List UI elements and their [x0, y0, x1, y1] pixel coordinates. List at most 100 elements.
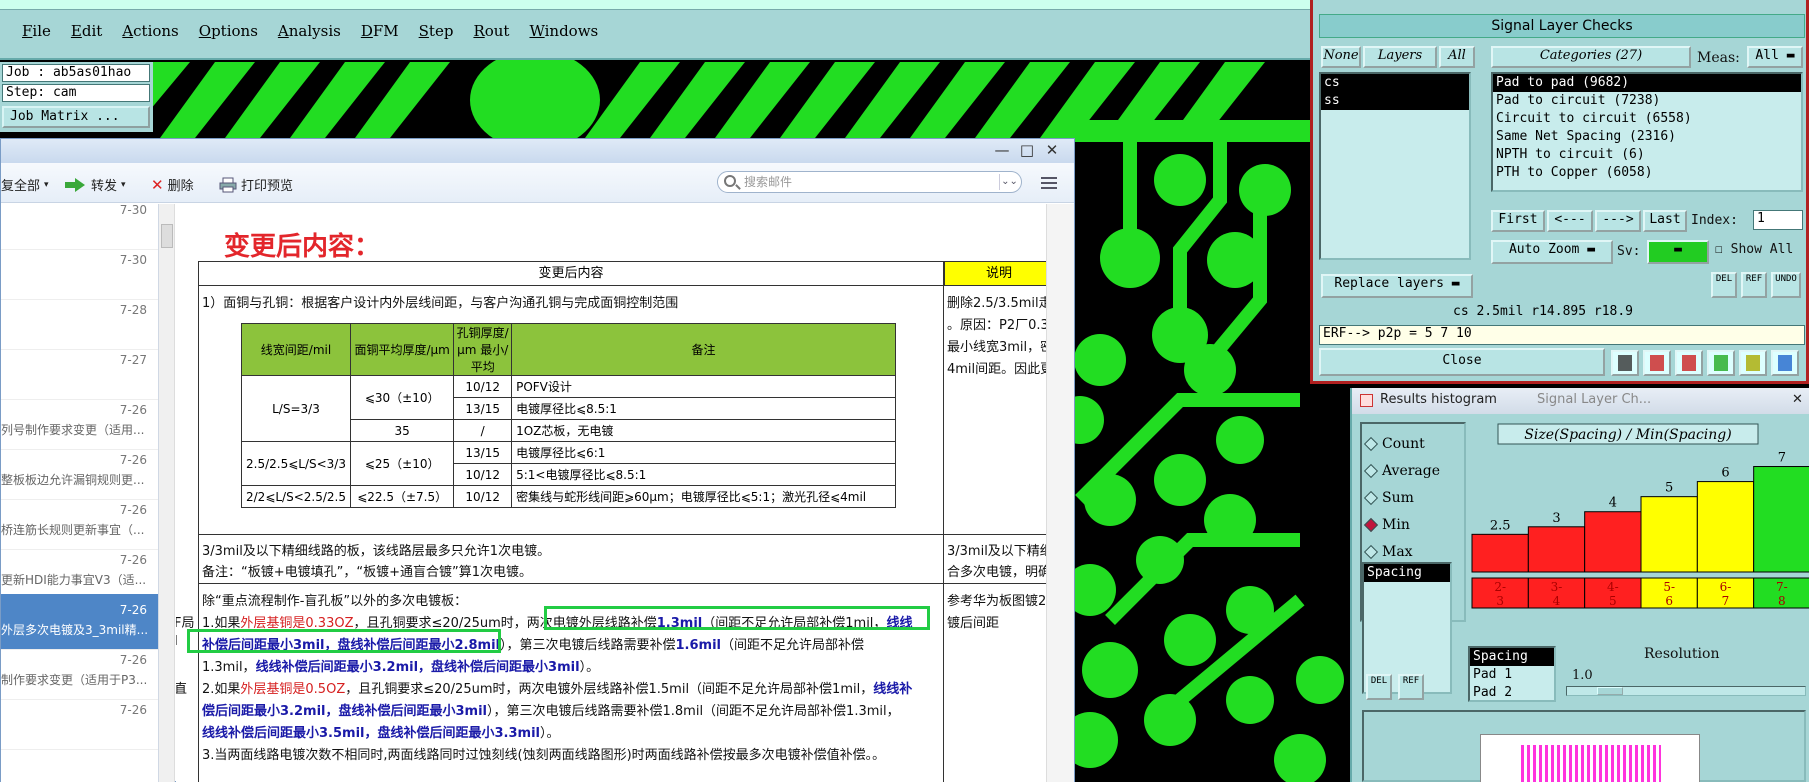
category-item[interactable]: Pad to pad (9682) — [1493, 74, 1801, 92]
print-preview-button[interactable]: 打印预览 — [219, 175, 293, 194]
mode-count-radio[interactable]: Count — [1363, 436, 1425, 452]
histogram-bar[interactable] — [1696, 481, 1755, 573]
note-line: 最小线宽3mil，密 — [947, 340, 1046, 355]
index-input[interactable]: 1 — [1753, 210, 1803, 230]
list-item[interactable]: 7-26 桥连筋长规则更新事宜（... — [1, 494, 158, 550]
job-matrix-button[interactable]: Job Matrix ... — [2, 106, 150, 128]
spec-table: 线宽间距/mil 面铜平均厚度/μm 孔铜厚度/μm 最小/平均 备注 L/S=3/3… — [241, 323, 896, 508]
prev-button[interactable]: <--- — [1547, 210, 1593, 232]
mode-max-radio[interactable]: Max — [1363, 544, 1413, 560]
histogram-bar[interactable] — [1753, 466, 1809, 573]
search-input[interactable]: 搜索邮件 ⌄⌄ — [717, 171, 1022, 193]
first-button[interactable]: First — [1491, 210, 1545, 232]
table-cell: POFV设计 — [511, 375, 896, 398]
menu-windows[interactable]: Windows — [519, 22, 608, 40]
cam-menubar: File Edit Actions Options Analysis DFM Step Rou… — [0, 0, 1315, 60]
menu-actions[interactable]: Actions — [112, 22, 188, 40]
category-item[interactable]: NPTH to circuit (6) — [1493, 146, 1801, 164]
undo-button[interactable]: UNDO — [1771, 272, 1801, 298]
histogram-bar[interactable] — [1471, 533, 1529, 573]
list-item-date: 7-26 — [119, 403, 147, 417]
table-cell: 密集线与蛇形线间距⩾60μm；电镀厚径比⩽5:1；激光孔径⩽4mil — [511, 485, 896, 508]
category-item[interactable]: Pad to circuit (7238) — [1493, 92, 1801, 110]
layer-item[interactable]: ss — [1321, 92, 1469, 110]
mail-titlebar: — □ ✕ — [1, 139, 1074, 163]
category-item[interactable]: Circuit to circuit (6558) — [1493, 110, 1801, 128]
background-tab[interactable]: Signal Layer Ch... — [1537, 388, 1651, 412]
menu-rout[interactable]: Rout — [463, 22, 519, 40]
hist-del-button[interactable]: DEL — [1366, 674, 1392, 700]
list-item[interactable]: 7-27 — [1, 344, 158, 400]
layer-item[interactable]: cs — [1321, 74, 1469, 92]
none-button[interactable]: None — [1321, 46, 1361, 68]
list-item[interactable]: 7-26 列号制作要求变更（适用... — [1, 394, 158, 450]
all-button[interactable]: All — [1439, 46, 1475, 68]
mode-min-radio[interactable]: Min — [1363, 517, 1410, 533]
list-item[interactable]: 7-26 — [1, 694, 158, 750]
next-button[interactable]: ---> — [1595, 210, 1641, 232]
histogram-bar[interactable] — [1527, 526, 1586, 573]
histogram-bar[interactable] — [1584, 511, 1642, 573]
erf-icon[interactable] — [1675, 350, 1703, 376]
menu-edit[interactable]: Edit — [61, 22, 112, 40]
delete-button[interactable]: ✕ 删除 — [151, 175, 194, 195]
table-cell: 10/12 — [453, 485, 513, 508]
maximize-icon[interactable]: □ — [1016, 141, 1038, 159]
step-field[interactable]: Step: cam — [2, 84, 150, 102]
list-item[interactable]: 7-26 更新HDI能力事宜V3（适... — [1, 544, 158, 600]
category-item[interactable]: Same Net Spacing (2316) — [1493, 128, 1801, 146]
show-all-checkbox[interactable]: ☐ Show All — [1715, 242, 1793, 257]
list-item[interactable]: 7-26 制作要求变更（适用于P3... — [1, 644, 158, 700]
table-cell: 10/12 — [453, 375, 513, 398]
layer-list[interactable]: cs ss — [1319, 72, 1471, 260]
menu-step[interactable]: Step — [409, 22, 464, 40]
forward-label: 转发 — [91, 179, 118, 194]
resolution-slider[interactable] — [1566, 686, 1806, 696]
note-line: 3/3mil及以下精细 — [947, 544, 1046, 559]
auto-zoom-button[interactable]: Auto Zoom ▬ — [1491, 240, 1613, 264]
meas-select[interactable]: All ▬ — [1747, 46, 1803, 68]
chart-icon[interactable] — [1771, 350, 1799, 376]
side-label: 直 — [176, 682, 188, 697]
replace-layers-button[interactable]: Replace layers ▬ — [1321, 274, 1473, 298]
minimize-icon[interactable]: — — [991, 141, 1013, 159]
list-item[interactable]: 7-28 — [1, 294, 158, 350]
category-list[interactable]: Pad to pad (9682) Pad to circuit (7238) Ci… — [1491, 72, 1803, 192]
forward-button[interactable]: 转发 ▾ — [63, 175, 126, 194]
report-icon[interactable] — [1739, 350, 1767, 376]
print-icon[interactable] — [1643, 350, 1671, 376]
list-item[interactable]: 7-26 整板板边允许漏铜规则更... — [1, 444, 158, 500]
category-item[interactable]: PTH to Copper (6058) — [1493, 164, 1801, 182]
close-icon[interactable]: ✕ — [1041, 141, 1063, 159]
categories-button[interactable]: Categories (27) — [1491, 46, 1691, 68]
job-field[interactable]: Job : ab5as01hao — [2, 64, 150, 82]
menu-options[interactable]: Options — [189, 22, 268, 40]
del-button[interactable]: DEL — [1711, 272, 1737, 298]
search-options-icon[interactable]: ⌄⌄ — [999, 174, 1019, 190]
measure-icon[interactable] — [1611, 350, 1639, 376]
mail-list-scrollbar[interactable] — [159, 204, 175, 782]
menu-analysis[interactable]: Analysis — [268, 22, 351, 40]
side-list[interactable]: Spacing Pad 1 Pad 2 — [1468, 646, 1556, 702]
menu-file[interactable]: File — [12, 22, 61, 40]
ref-button[interactable]: REF — [1741, 272, 1767, 298]
mode-average-radio[interactable]: Average — [1363, 463, 1440, 479]
menu-dfm[interactable]: DFM — [351, 22, 409, 40]
mode-sum-radio[interactable]: Sum — [1363, 490, 1414, 506]
table-row: 2/2⩽L/S<2.5/2.5 ⩽22.5（±7.5） 10/12 密集线与蛇形线间距… — [241, 485, 896, 508]
histogram-bar[interactable] — [1640, 496, 1698, 573]
category-label: 5- — [1663, 580, 1675, 594]
sv-select[interactable]: ▬ — [1647, 240, 1709, 264]
list-item[interactable]: 7-30 — [1, 244, 158, 300]
close-icon[interactable]: ✕ — [1792, 388, 1803, 412]
layers-button[interactable]: Layers — [1363, 46, 1437, 68]
hist-ref-button[interactable]: REF — [1398, 674, 1424, 700]
mail-body-scrollbar[interactable] — [1046, 204, 1074, 782]
reply-all-button[interactable]: 复全部 ▾ — [1, 175, 49, 194]
last-button[interactable]: Last — [1643, 210, 1687, 232]
menu-list-icon[interactable] — [1041, 177, 1057, 189]
count-icon[interactable] — [1707, 350, 1735, 376]
close-button[interactable]: Close — [1319, 348, 1605, 376]
list-item[interactable]: 7-26 外层多次电镀及3_3mil精... — [1, 594, 158, 650]
list-item-subject: 桥连筋长规则更新事宜（... — [1, 523, 145, 537]
